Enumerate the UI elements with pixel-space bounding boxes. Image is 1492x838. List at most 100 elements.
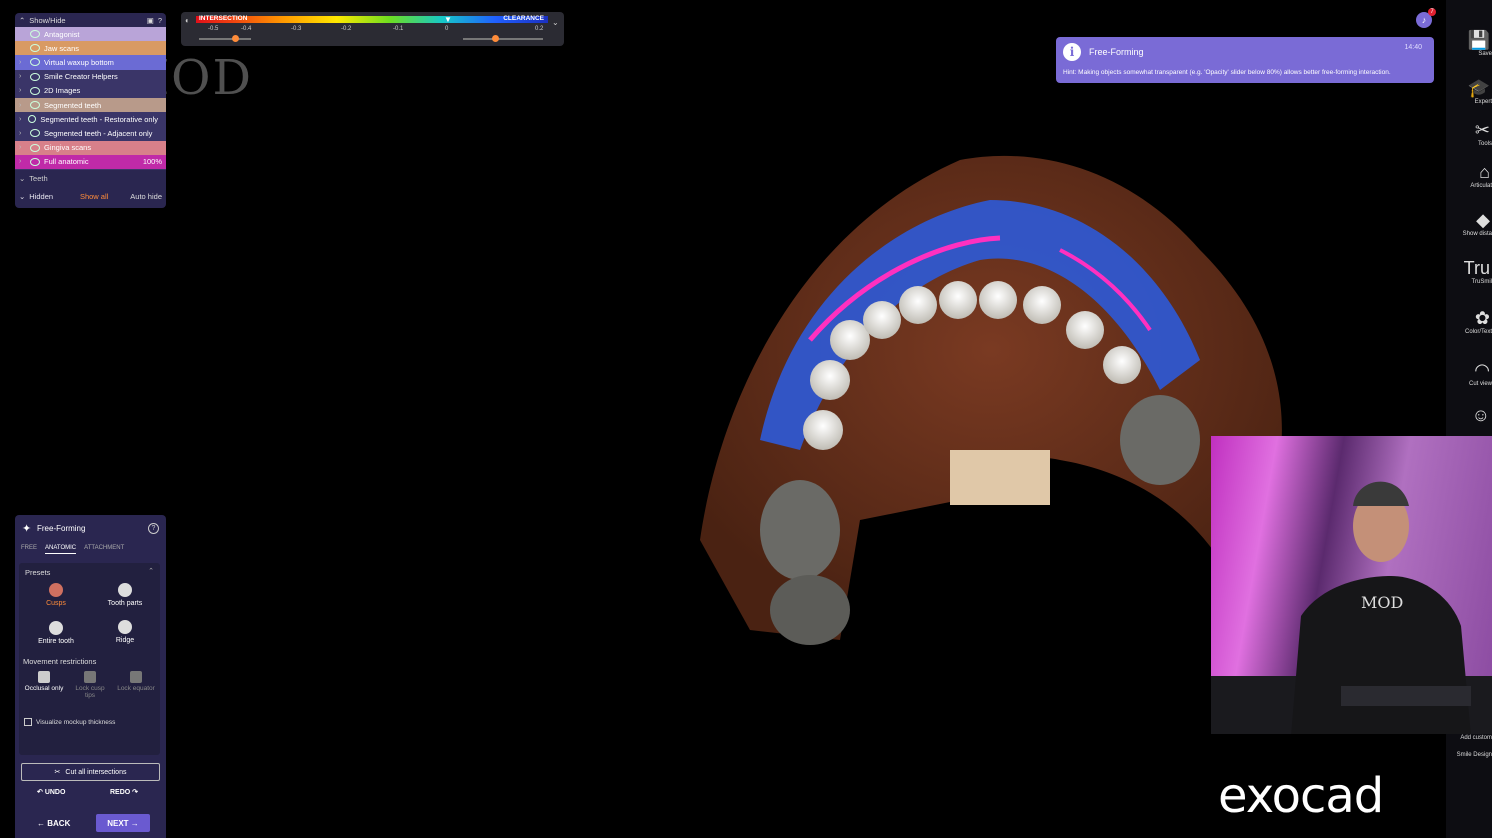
tab-anatomic[interactable]: ANATOMIC bbox=[45, 545, 77, 554]
lock-cusp-tips-toggle[interactable]: Lock cusp tips bbox=[70, 671, 110, 699]
chevron-right-icon[interactable]: › bbox=[19, 59, 26, 66]
tooth[interactable] bbox=[1023, 286, 1061, 324]
teeth-section[interactable]: ⌄ Teeth bbox=[15, 168, 166, 188]
show-hide-header[interactable]: ⌃ Show/Hide ▣ ? bbox=[15, 13, 166, 27]
toolbar-item[interactable]: Tru TruSmil bbox=[1446, 258, 1492, 285]
toolbar-item[interactable]: Smile Design bbox=[1446, 752, 1492, 758]
chevron-down-icon[interactable]: ⌄ bbox=[19, 192, 25, 201]
layer-label: Jaw scans bbox=[44, 43, 80, 53]
tool-icon: ⌂ bbox=[1479, 162, 1490, 182]
tool-icon: Tru bbox=[1463, 258, 1490, 278]
preset-ridge[interactable]: Ridge bbox=[95, 620, 155, 644]
notification-bell-icon[interactable]: ♪ 7 bbox=[1416, 8, 1436, 28]
auto-hide-button[interactable]: Auto hide bbox=[130, 192, 162, 201]
chevron-right-icon[interactable]: › bbox=[19, 73, 26, 80]
info-icon: i bbox=[1063, 43, 1081, 61]
eye-icon[interactable] bbox=[28, 115, 37, 124]
layer-row[interactable]: › Virtual waxup bottom bbox=[15, 55, 166, 70]
dental-model-viewport[interactable] bbox=[660, 140, 1300, 650]
preset-entire-tooth[interactable]: Entire tooth bbox=[26, 621, 86, 645]
tab-free[interactable]: FREE bbox=[21, 545, 37, 554]
max-slider-handle[interactable] bbox=[492, 35, 499, 42]
eye-icon[interactable] bbox=[30, 30, 40, 39]
layer-row[interactable]: › Smile Creator Helpers bbox=[15, 69, 166, 84]
mode-tabs: FREE ANATOMIC ATTACHMENT bbox=[21, 545, 124, 554]
tooth[interactable] bbox=[1103, 346, 1141, 384]
chevron-right-icon[interactable]: › bbox=[19, 102, 26, 109]
eye-icon[interactable] bbox=[30, 157, 40, 166]
cut-all-intersections-button[interactable]: ✂ Cut all intersections bbox=[21, 763, 160, 781]
preset-tooth-parts[interactable]: Tooth parts bbox=[95, 583, 155, 607]
visualize-label: Visualize mockup thickness bbox=[36, 718, 116, 726]
toolbar-item[interactable]: ⌂ Articulat bbox=[1446, 162, 1492, 189]
tab-attachment[interactable]: ATTACHMENT bbox=[84, 545, 124, 554]
eye-icon[interactable] bbox=[30, 143, 40, 152]
min-slider-handle[interactable] bbox=[232, 35, 239, 42]
collapse-icon[interactable]: ⌃ bbox=[148, 567, 154, 575]
next-button[interactable]: NEXT → bbox=[96, 814, 150, 832]
collapse-icon[interactable]: ⌃ bbox=[19, 16, 25, 25]
tooth[interactable] bbox=[810, 360, 850, 400]
layers-icon[interactable]: ▣ bbox=[147, 16, 154, 25]
eye-icon[interactable] bbox=[30, 86, 40, 95]
tooth[interactable] bbox=[1066, 311, 1104, 349]
tooth[interactable] bbox=[803, 410, 843, 450]
toolbar-item[interactable]: ☺ bbox=[1446, 405, 1492, 426]
toolbar-item[interactable]: ◆ Show dista bbox=[1446, 210, 1492, 237]
show-hide-panel: ⌃ Show/Hide ▣ ? Antagonist Jaw scans › Virt… bbox=[15, 13, 166, 208]
gauge-icon[interactable]: ◐ bbox=[185, 16, 190, 25]
tooth[interactable] bbox=[863, 301, 901, 339]
chevron-right-icon[interactable]: › bbox=[19, 144, 26, 151]
tool-label: Add custom bbox=[1460, 735, 1492, 741]
chevron-right-icon[interactable]: › bbox=[19, 130, 26, 137]
toolbar-item[interactable]: ✿ Color/Text bbox=[1446, 308, 1492, 335]
tooth[interactable] bbox=[899, 286, 937, 324]
preset-cusps[interactable]: Cusps bbox=[26, 583, 86, 607]
tool-icon: ◠ bbox=[1474, 360, 1490, 380]
redo-button[interactable]: REDO ↷ bbox=[110, 788, 138, 796]
toolbar-item[interactable]: ✂ Tools bbox=[1446, 120, 1492, 147]
toolbar-item[interactable]: Add custom bbox=[1446, 735, 1492, 741]
undo-button[interactable]: ↶ UNDO bbox=[37, 788, 65, 796]
show-all-button[interactable]: Show all bbox=[80, 192, 108, 201]
tooth[interactable] bbox=[979, 281, 1017, 319]
toolbar-item[interactable]: 🎓 Expert bbox=[1446, 78, 1492, 105]
layer-row[interactable]: › Segmented teeth - Restorative only bbox=[15, 112, 166, 127]
layer-label: Segmented teeth - Adjacent only bbox=[44, 128, 153, 138]
chevron-down-icon[interactable]: ⌄ bbox=[552, 18, 559, 27]
help-icon[interactable]: ? bbox=[158, 16, 162, 25]
occlusal-only-toggle[interactable]: Occlusal only bbox=[24, 671, 64, 692]
eye-icon[interactable] bbox=[30, 101, 40, 110]
toolbar-item[interactable]: 💾 Save bbox=[1446, 30, 1492, 57]
chevron-right-icon[interactable]: › bbox=[19, 158, 26, 165]
chevron-right-icon[interactable]: › bbox=[19, 116, 24, 123]
layer-row[interactable]: Antagonist bbox=[15, 27, 166, 42]
checkbox-icon[interactable] bbox=[24, 718, 32, 726]
tick-label: -0.3 bbox=[291, 26, 302, 32]
tooth[interactable] bbox=[939, 281, 977, 319]
eye-icon[interactable] bbox=[30, 58, 40, 67]
eye-icon[interactable] bbox=[30, 44, 40, 53]
tool-label: Show dista bbox=[1462, 231, 1492, 237]
back-button[interactable]: ← BACK bbox=[37, 819, 70, 828]
layer-row[interactable]: › Gingiva scans bbox=[15, 140, 166, 155]
help-icon[interactable]: ? bbox=[148, 523, 159, 534]
visualize-thickness-checkbox[interactable]: Visualize mockup thickness bbox=[24, 718, 115, 726]
preset-label: Cusps bbox=[46, 600, 66, 607]
movement-label: Lock cusp tips bbox=[75, 685, 105, 699]
lock-equator-toggle[interactable]: Lock equator bbox=[116, 671, 156, 692]
layer-row[interactable]: › Segmented teeth bbox=[15, 97, 166, 113]
toolbar-item[interactable]: ◠ Cut view bbox=[1446, 360, 1492, 387]
eye-icon[interactable] bbox=[30, 129, 40, 138]
eye-icon[interactable] bbox=[30, 72, 40, 81]
preset-label: Tooth parts bbox=[107, 600, 143, 607]
layer-row[interactable]: › Segmented teeth - Adjacent only bbox=[15, 126, 166, 141]
clearance-label: CLEARANCE bbox=[503, 15, 544, 22]
chevron-right-icon[interactable]: › bbox=[19, 87, 26, 94]
layer-row[interactable]: › Full anatomic 100% bbox=[15, 154, 166, 169]
layer-row[interactable]: Jaw scans bbox=[15, 41, 166, 56]
presets-section: Presets ⌃ Cusps Tooth parts Entire tooth… bbox=[19, 563, 160, 755]
max-slider-track[interactable] bbox=[463, 38, 543, 40]
layer-row[interactable]: › 2D Images bbox=[15, 83, 166, 98]
min-slider-track[interactable] bbox=[199, 38, 251, 40]
